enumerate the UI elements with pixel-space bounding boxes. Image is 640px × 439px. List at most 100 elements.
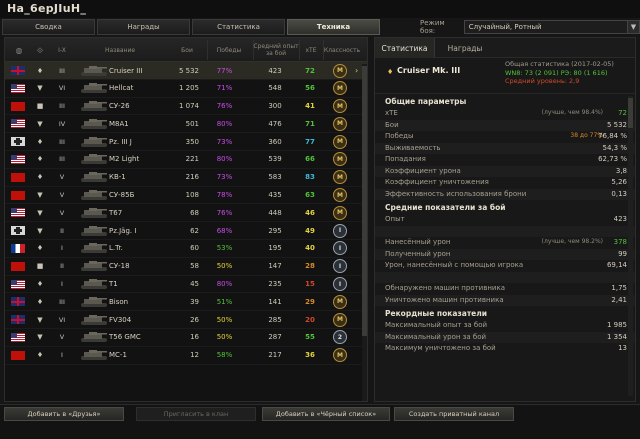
table-row[interactable]: ■ II СУ-18 58 50% 147 28 I xyxy=(5,258,367,276)
table-row[interactable]: ♦ III M2 Light 221 80% 539 66 M xyxy=(5,151,367,169)
table-row[interactable]: ♦ V КВ-1 216 73% 583 83 M xyxy=(5,169,367,187)
vehicle-class-icon: ■ xyxy=(36,262,44,271)
nation-flag-icon xyxy=(11,276,26,293)
vehicle-avg-exp: 360 xyxy=(268,137,282,146)
vehicle-class-icon: ♦ xyxy=(36,351,44,360)
vehicle-class-icon: ♦ xyxy=(36,155,44,164)
stat-label: Победы xyxy=(385,132,414,140)
tab-vehicles[interactable]: Техника xyxy=(287,19,380,35)
stat-value: 72 xyxy=(618,109,627,117)
stat-row xyxy=(375,225,635,237)
tab-statistics[interactable]: Статистика xyxy=(192,19,285,35)
vehicle-xte: 55 xyxy=(305,333,315,342)
private-channel-button[interactable]: Создать приватный канал xyxy=(394,407,514,421)
table-row[interactable]: ▼ V T56 GMC 16 50% 287 55 2 xyxy=(5,329,367,347)
table-row[interactable]: ♦ III Cruiser III 5 532 77% 423 72 M › xyxy=(5,62,367,80)
stat-note: (лучше, чем 98.4%) xyxy=(541,109,603,116)
tab-detail-awards[interactable]: Награды xyxy=(435,38,495,58)
table-row[interactable]: ▼ II Pz.Jäg. I 62 68% 295 49 I xyxy=(5,222,367,240)
battle-mode-value: Случайный, Ротный xyxy=(468,23,542,31)
vehicle-wins: 80% xyxy=(216,119,233,128)
vehicle-wins: 50% xyxy=(216,315,233,324)
stat-value: 5,26 xyxy=(611,178,627,186)
vehicle-wins: 78% xyxy=(216,191,233,200)
invite-clan-button[interactable]: Пригласить в клан xyxy=(136,407,256,421)
tank-icon xyxy=(79,151,109,168)
table-row[interactable]: ▼ V T67 68 76% 448 46 M xyxy=(5,204,367,223)
vehicle-name: Pz.Jäg. I xyxy=(109,226,137,235)
tank-icon xyxy=(79,204,109,221)
vehicle-table: ◍ ⟐ I-X Название Бои Победы Средний опыт… xyxy=(4,37,368,402)
table-row[interactable]: ♦ III Bison 39 51% 141 29 M xyxy=(5,293,367,312)
table-row[interactable]: ▼ IV M8A1 501 80% 476 71 M xyxy=(5,115,367,134)
vehicle-name: T67 xyxy=(109,208,123,217)
nation-flag-icon xyxy=(11,222,26,239)
table-row[interactable]: ■ III СУ-26 1 074 76% 300 41 M xyxy=(5,98,367,116)
table-row[interactable]: ▼ VI Hellcat 1 205 71% 548 56 M xyxy=(5,80,367,98)
mastery-badge-icon: I xyxy=(325,222,355,239)
stat-value: 62,73 % xyxy=(598,155,627,163)
vehicle-name: Pz. III J xyxy=(109,137,132,146)
battles-column-header[interactable]: Бои xyxy=(171,38,203,62)
table-row[interactable]: ▼ V СУ-85Б 108 78% 435 63 M xyxy=(5,187,367,205)
nation-column-header[interactable]: ◍ xyxy=(9,38,29,62)
stat-label: Коэффициент урона xyxy=(385,166,461,175)
vehicle-tier: III xyxy=(59,137,65,146)
mastery-badge-icon: M xyxy=(325,204,355,221)
vehicle-avg-exp: 285 xyxy=(268,315,282,324)
mastery-badge: 2 xyxy=(333,330,347,345)
vehicle-tier: III xyxy=(59,102,65,111)
vehicle-avg-exp: 435 xyxy=(268,191,282,200)
stat-row: Уничтожено машин противника 2,41 xyxy=(375,294,635,306)
vehicle-wins: 76% xyxy=(216,102,233,111)
table-row[interactable]: ♦ I L.Tr. 60 53% 195 40 I xyxy=(5,240,367,258)
globe-icon: ◍ xyxy=(15,45,23,55)
mastery-badge-icon: I xyxy=(325,258,355,275)
table-row[interactable]: ▼ VI FV304 26 50% 285 20 M xyxy=(5,311,367,329)
vehicle-class-icon: ▼ xyxy=(37,191,43,200)
stat-row: Максимум уничтожено за бой 13 xyxy=(375,343,635,355)
main-tabs: Сводка Награды Статистика Техника xyxy=(2,19,382,35)
mastery-column-header[interactable]: Классность xyxy=(323,38,361,62)
mastery-badge-icon: M xyxy=(325,151,355,168)
mastery-badge: I xyxy=(333,259,347,274)
table-scrollbar-thumb[interactable] xyxy=(362,66,367,336)
diamond-icon: ♦ xyxy=(387,68,394,76)
vehicle-xte: 63 xyxy=(305,191,315,200)
vehicle-avg-exp: 423 xyxy=(268,66,282,75)
vehicle-name: FV304 xyxy=(109,315,132,324)
add-blacklist-button[interactable]: Добавить в «Чёрный список» xyxy=(262,407,390,421)
wins-column-header[interactable]: Победы xyxy=(209,38,249,62)
detail-scrollbar-track[interactable] xyxy=(628,96,633,396)
class-column-header[interactable]: ⟐ xyxy=(31,38,49,62)
tab-detail-statistics[interactable]: Статистика xyxy=(375,38,435,58)
stat-row xyxy=(375,271,635,283)
table-row[interactable]: ♦ III Pz. III J 350 73% 360 77 M xyxy=(5,133,367,151)
stat-label: Выживаемость xyxy=(385,143,441,152)
table-row[interactable]: ♦ I T1 45 80% 235 15 I xyxy=(5,276,367,294)
chevron-down-icon[interactable]: ▼ xyxy=(627,21,639,33)
tank-icon xyxy=(79,240,109,257)
vehicle-battles: 68 xyxy=(190,208,199,217)
tab-awards[interactable]: Награды xyxy=(97,19,190,35)
vehicle-name: T1 xyxy=(109,280,118,289)
add-friend-button[interactable]: Добавить в «Друзья» xyxy=(4,407,124,421)
tier-column-header[interactable]: I-X xyxy=(51,38,73,62)
table-row[interactable]: ♦ I МС-1 12 58% 217 36 M xyxy=(5,347,367,365)
xte-column-header[interactable]: xTE xyxy=(299,38,323,62)
detail-scrollbar-thumb[interactable] xyxy=(628,98,633,128)
stat-row: Бои 5 532 xyxy=(375,119,635,131)
mastery-badge: M xyxy=(333,63,347,78)
stat-label: Урон, нанесённый с помощью игрока xyxy=(385,261,524,269)
nation-flag-icon xyxy=(11,115,26,132)
vehicle-xte: 66 xyxy=(305,155,315,164)
stat-note: (лучше, чем 98.2%) xyxy=(541,238,603,245)
battle-mode-select[interactable]: Случайный, Ротный ▼ xyxy=(463,20,640,34)
avg-exp-column-header[interactable]: Средний опыт за бой xyxy=(253,38,299,62)
vehicle-xte: 49 xyxy=(305,226,315,235)
tab-summary[interactable]: Сводка xyxy=(2,19,95,35)
name-column-header[interactable]: Название xyxy=(75,38,165,62)
stat-row: Победы 38 до 77% 76,84 % xyxy=(375,131,635,143)
nation-flag-icon xyxy=(11,347,26,364)
mastery-badge: M xyxy=(333,116,347,131)
